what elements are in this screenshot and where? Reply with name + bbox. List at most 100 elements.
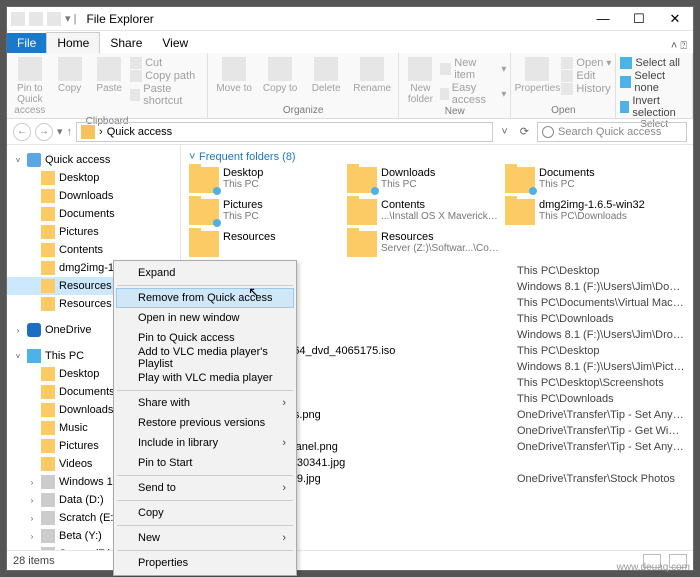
folder-card[interactable]: dmg2img-1.6.5-win32This PC\Downloads [505, 199, 663, 225]
nav-item[interactable]: Downloads [7, 187, 180, 205]
ribbon: Pin to Quick access Copy Paste Cut Copy … [7, 53, 693, 119]
folder-icon [41, 367, 55, 381]
window-title: File Explorer [80, 12, 585, 26]
folder-icon [347, 167, 377, 193]
up-button[interactable]: ↑ [67, 126, 73, 138]
close-button[interactable]: ✕ [657, 7, 693, 31]
folder-icon [41, 189, 55, 203]
pin-quick-access-button[interactable]: Pin to Quick access [11, 55, 49, 116]
tab-file[interactable]: File [7, 33, 46, 53]
folder-icon [41, 207, 55, 221]
copy-button[interactable]: Copy [51, 55, 89, 94]
status-bar: 28 items [7, 550, 693, 570]
star-icon [81, 125, 95, 139]
folder-icon [505, 199, 535, 225]
crumb-dropdown-icon[interactable]: ˅ [497, 126, 511, 138]
folder-icon [41, 261, 55, 275]
open-button[interactable]: Open ▾ [561, 57, 611, 69]
drive-icon [41, 475, 55, 489]
folder-card[interactable]: PicturesThis PC [189, 199, 347, 225]
menu-vlc-add[interactable]: Add to VLC media player's Playlist [116, 348, 294, 368]
paste-button[interactable]: Paste [90, 55, 128, 94]
folder-icon [505, 167, 535, 193]
ribbon-collapse-icon[interactable]: ˄ ⍰ [671, 40, 693, 53]
folder-icon [347, 199, 377, 225]
pc-icon [27, 349, 41, 363]
folder-card[interactable]: Contents...\Install OS X Mavericks.app [347, 199, 505, 225]
menu-copy[interactable]: Copy [116, 503, 294, 523]
folder-card[interactable]: ResourcesServer (Z:)\Softwar...\Contents [347, 231, 505, 257]
easy-access-button[interactable]: Easy access ▾ [440, 82, 507, 106]
folder-icon [347, 231, 377, 257]
history-button[interactable]: History [561, 83, 611, 95]
folder-icon [41, 171, 55, 185]
refresh-button[interactable]: ⟳ [516, 125, 533, 138]
frequent-folders-header[interactable]: ˅Frequent folders (8) [181, 145, 693, 167]
cursor-icon: ↖ [248, 284, 260, 301]
maximize-button[interactable]: ☐ [621, 7, 657, 31]
drive-icon [41, 511, 55, 525]
menu-restore[interactable]: Restore previous versions [116, 413, 294, 433]
select-none-button[interactable]: Select none [620, 70, 688, 94]
menu-pin-start[interactable]: Pin to Start [116, 453, 294, 473]
group-label: Open [515, 105, 611, 116]
back-button[interactable]: ← [13, 123, 31, 141]
properties-button[interactable]: Properties [515, 55, 559, 94]
menu-vlc-play[interactable]: Play with VLC media player [116, 368, 294, 388]
qat-dropdown-icon[interactable]: ▾ | [65, 12, 76, 26]
nav-item[interactable]: Pictures [7, 223, 180, 241]
tab-share[interactable]: Share [100, 33, 152, 53]
menu-properties[interactable]: Properties [116, 553, 294, 573]
forward-button[interactable]: → [35, 123, 53, 141]
group-label: Organize [212, 105, 394, 116]
nav-item[interactable]: Desktop [7, 169, 180, 187]
nav-item[interactable]: Contents [7, 241, 180, 259]
breadcrumb-item[interactable]: Quick access [107, 126, 172, 138]
qat-props-icon[interactable] [29, 12, 43, 26]
menu-share-with[interactable]: Share with [116, 393, 294, 413]
nav-quick-access[interactable]: ˅Quick access [7, 151, 180, 169]
folder-card[interactable]: Resources [189, 231, 347, 257]
delete-button[interactable]: Delete [304, 55, 348, 94]
new-item-button[interactable]: New item ▾ [440, 57, 507, 81]
folder-card[interactable]: DownloadsThis PC [347, 167, 505, 193]
folder-icon [41, 403, 55, 417]
move-to-button[interactable]: Move to [212, 55, 256, 94]
folder-icon [41, 243, 55, 257]
folder-icon [189, 231, 219, 257]
paste-shortcut-button[interactable]: Paste shortcut [130, 83, 203, 107]
folder-icon [11, 12, 25, 26]
context-menu: Expand Remove from Quick access Open in … [113, 260, 297, 576]
menu-send-to[interactable]: Send to [116, 478, 294, 498]
ribbon-tabs: File Home Share View ˄ ⍰ [7, 31, 693, 53]
menu-open-new-window[interactable]: Open in new window [116, 308, 294, 328]
new-folder-button[interactable]: New folder [403, 55, 438, 105]
folder-icon [189, 167, 219, 193]
tab-home[interactable]: Home [46, 32, 100, 53]
invert-selection-button[interactable]: Invert selection [620, 95, 688, 119]
titlebar: ▾ | File Explorer — ☐ ✕ [7, 7, 693, 31]
menu-remove-quick-access[interactable]: Remove from Quick access [116, 288, 294, 308]
breadcrumb[interactable]: › Quick access [76, 122, 493, 142]
rename-button[interactable]: Rename [350, 55, 394, 94]
menu-expand[interactable]: Expand [116, 263, 294, 283]
nav-item[interactable]: Documents [7, 205, 180, 223]
folder-card[interactable]: DocumentsThis PC [505, 167, 663, 193]
folder-icon [189, 199, 219, 225]
recent-locations-button[interactable]: ▾ [57, 125, 63, 138]
search-icon [542, 126, 554, 138]
select-all-button[interactable]: Select all [620, 57, 688, 69]
qat-newfolder-icon[interactable] [47, 12, 61, 26]
minimize-button[interactable]: — [585, 7, 621, 31]
menu-include-library[interactable]: Include in library [116, 433, 294, 453]
edit-button[interactable]: Edit [561, 70, 611, 82]
copy-to-button[interactable]: Copy to [258, 55, 302, 94]
menu-pin-quick-access[interactable]: Pin to Quick access [116, 328, 294, 348]
cut-button[interactable]: Cut [130, 57, 203, 69]
copy-path-button[interactable]: Copy path [130, 70, 203, 82]
folder-card[interactable]: DesktopThis PC [189, 167, 347, 193]
search-input[interactable]: Search Quick access [537, 122, 687, 142]
menu-new[interactable]: New [116, 528, 294, 548]
tab-view[interactable]: View [152, 33, 198, 53]
drive-icon [41, 529, 55, 543]
